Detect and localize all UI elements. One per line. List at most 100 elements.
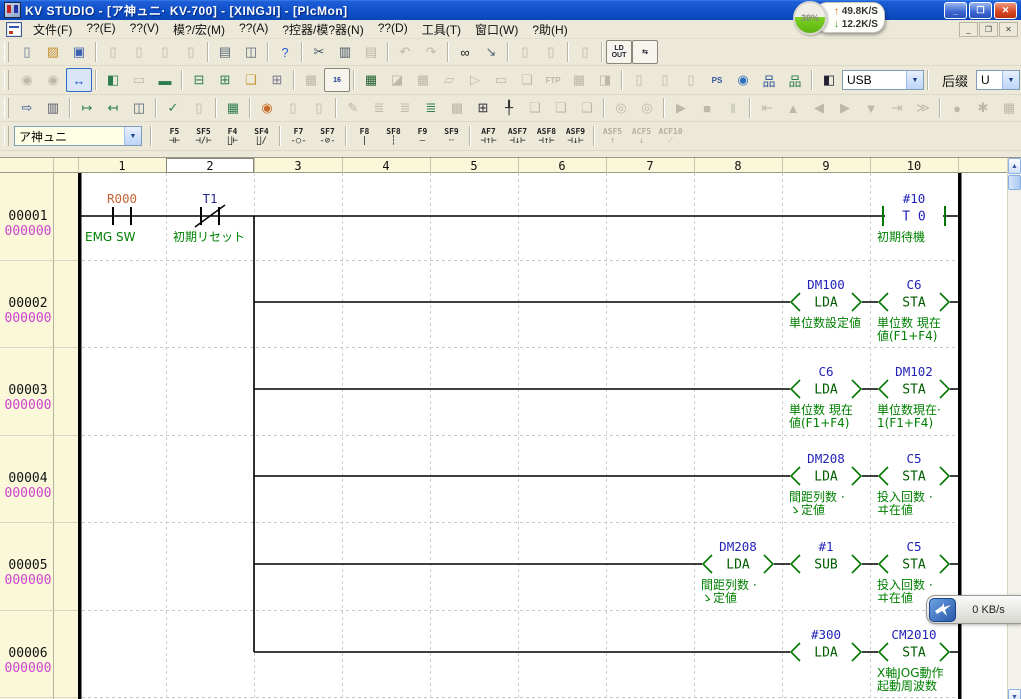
write-to-plc-icon[interactable]: ↦ [74, 96, 100, 120]
child-restore-button[interactable]: ❐ [979, 22, 998, 37]
program-check-icon[interactable]: ✓ [160, 96, 186, 120]
fkey-asf7-button[interactable]: ASF7⊣↓⊢ [503, 123, 532, 149]
rung-number[interactable]: 00005 [8, 558, 47, 573]
find-icon[interactable]: ∞ [452, 40, 478, 64]
save-project-icon[interactable]: ▣ [66, 40, 92, 64]
fkey-f8-button[interactable]: F8| [350, 123, 379, 149]
ladder-canvas[interactable]: 12345678910R000EMG SWT1初期リセットT 0#10初期待機0… [0, 158, 1008, 699]
child-minimize-button[interactable]: _ [959, 22, 978, 37]
window-cross-icon[interactable]: ⊞ [470, 96, 496, 120]
column-header-8[interactable]: 8 [734, 159, 741, 173]
rung-number[interactable]: 00003 [8, 383, 47, 398]
d-link-network-icon[interactable]: 品 [756, 68, 782, 92]
menu-item-5[interactable]: ?控器/模?器(N) [275, 20, 370, 39]
column-header-2[interactable]: 2 [206, 159, 213, 173]
fkey-af7-button[interactable]: AF7⊣↑⊢ [474, 123, 503, 149]
suffix-combobox[interactable]: U▼ [976, 70, 1020, 90]
print-ps-icon[interactable]: PS [704, 68, 730, 92]
menu-item-3[interactable]: 模?/宏(M) [166, 20, 232, 39]
rung-number[interactable]: 00001 [8, 209, 47, 224]
scroll-down-button[interactable]: ▼ [1008, 689, 1021, 699]
rung-number[interactable]: 00002 [8, 296, 47, 311]
print-icon[interactable]: ▤ [212, 40, 238, 64]
plc-monitor-icon[interactable]: ▥ [40, 96, 66, 120]
fkey-asf9-button[interactable]: ASF9⊣↓⊢ [561, 123, 590, 149]
menu-item-9[interactable]: ?助(H) [525, 20, 574, 39]
project-window-icon[interactable]: ◧ [100, 68, 126, 92]
trace-icon[interactable]: ╀ [496, 96, 522, 120]
fkey-sf7-button[interactable]: SF7-⊘- [313, 123, 342, 149]
monitor-mode-icon[interactable]: ▦ [358, 68, 384, 92]
column-header-4[interactable]: 4 [382, 159, 389, 173]
ld-out-view-icon[interactable]: LD OUT [606, 40, 632, 64]
menu-item-2[interactable]: ??(V) [123, 20, 166, 39]
verify-plc-icon[interactable]: ◫ [126, 96, 152, 120]
fkey-f5-button[interactable]: F5⊣⊢ [160, 123, 189, 149]
comm-settings-icon[interactable]: ◧ [816, 68, 842, 92]
document-icon[interactable] [6, 22, 22, 37]
menu-item-8[interactable]: 窗口(W) [468, 20, 525, 39]
find-replace-icon[interactable]: ↘ [478, 40, 504, 64]
fkey-sf8-button[interactable]: SF8┆ [379, 123, 408, 149]
ladder-editor-window-icon[interactable]: ▬ [152, 68, 178, 92]
fkey-f7-button[interactable]: F7-○- [284, 123, 313, 149]
zoom-fit-icon[interactable]: ↔ [66, 68, 92, 92]
toolbar-grip[interactable] [4, 98, 9, 118]
scroll-up-button[interactable]: ▲ [1008, 158, 1021, 174]
close-button[interactable]: ✕ [994, 2, 1017, 19]
print-preview-icon[interactable]: ◫ [238, 40, 264, 64]
web-update-icon[interactable]: ◉ [254, 96, 280, 120]
split-upper-icon[interactable]: ⊟ [186, 68, 212, 92]
column-header-9[interactable]: 9 [822, 159, 829, 173]
simulator-icon[interactable]: ▦ [220, 96, 246, 120]
toolbar-grip[interactable] [4, 42, 9, 62]
device-combobox[interactable]: ア神ュニ▼ [14, 126, 142, 146]
unit-monitor-icon[interactable]: ⊞ [264, 68, 290, 92]
cpu-gauge[interactable]: 38% [793, 1, 827, 35]
column-header-6[interactable]: 6 [558, 159, 565, 173]
column-header-10[interactable]: 10 [907, 159, 921, 173]
help-icon[interactable]: ? [272, 40, 298, 64]
mnemonic-convert-icon[interactable]: ⇆ [632, 40, 658, 64]
open-project-icon[interactable]: ▨ [40, 40, 66, 64]
minimize-button[interactable]: _ [944, 2, 967, 19]
menu-item-7[interactable]: 工具(T) [415, 20, 468, 39]
transfer-pc-to-plc-icon[interactable]: ⇨ [14, 96, 40, 120]
calendar-16-icon[interactable]: 16 [324, 68, 350, 92]
menu-item-1[interactable]: ??(E) [79, 20, 122, 39]
child-close-button[interactable]: ✕ [999, 22, 1018, 37]
bird-icon[interactable] [929, 598, 956, 622]
fkey-sf9-button[interactable]: SF9┈ [437, 123, 466, 149]
rung-number[interactable]: 00006 [8, 646, 47, 661]
split-lower-icon[interactable]: ⊞ [212, 68, 238, 92]
restore-button[interactable]: ❐ [969, 2, 992, 19]
toolbar-grip[interactable] [4, 126, 9, 146]
fkey-sf4-button[interactable]: SF4∐/ [247, 123, 276, 149]
column-header-5[interactable]: 5 [470, 159, 477, 173]
menu-item-4[interactable]: ??(A) [232, 20, 275, 39]
chevron-down-icon[interactable]: ▼ [1002, 71, 1019, 89]
menu-item-0[interactable]: 文件(F) [26, 20, 79, 39]
column-header-1[interactable]: 1 [118, 159, 125, 173]
toolbar-grip[interactable] [4, 70, 9, 90]
column-header-7[interactable]: 7 [646, 159, 653, 173]
read-from-plc-icon[interactable]: ↤ [100, 96, 126, 120]
fkey-sf5-button[interactable]: SF5⊣/⊢ [189, 123, 218, 149]
cd-write-icon[interactable]: ◉ [730, 68, 756, 92]
chevron-down-icon[interactable]: ▼ [124, 127, 141, 145]
cut-icon[interactable]: ✂ [306, 40, 332, 64]
registration-monitor-icon[interactable]: ≣ [418, 96, 444, 120]
new-project-icon[interactable]: ▯ [14, 40, 40, 64]
column-header-3[interactable]: 3 [294, 159, 301, 173]
comm-port-combobox[interactable]: USB▼ [842, 70, 924, 90]
fkey-asf8-button[interactable]: ASF8⊣↑⊢ [532, 123, 561, 149]
rung-number[interactable]: 00004 [8, 471, 47, 486]
menu-item-6[interactable]: ??(D) [371, 20, 415, 39]
copy-icon[interactable]: ▥ [332, 40, 358, 64]
fkey-f9-button[interactable]: F9— [408, 123, 437, 149]
chevron-down-icon[interactable]: ▼ [906, 71, 923, 89]
library-window-icon[interactable]: ❏ [238, 68, 264, 92]
cc-link-network-icon[interactable]: 品 [782, 68, 808, 92]
fkey-f4-button[interactable]: F4∐⊢ [218, 123, 247, 149]
scroll-thumb[interactable] [1008, 175, 1021, 190]
